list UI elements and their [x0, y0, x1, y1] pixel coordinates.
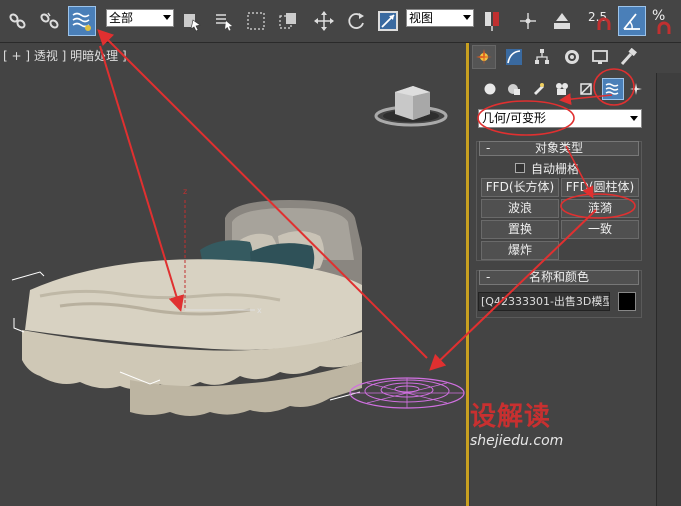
ffd-box-button[interactable]: FFD(长方体) [481, 178, 559, 197]
percent-snap-toggle-icon[interactable] [650, 10, 678, 40]
select-and-link-icon[interactable] [4, 6, 32, 36]
hierarchy-tab-icon[interactable] [530, 45, 554, 69]
select-and-manipulate-icon[interactable] [514, 6, 542, 36]
space-warp-category-dropdown[interactable]: 几何/可变形 [478, 109, 642, 128]
cameras-category-icon[interactable] [552, 79, 572, 99]
helpers-category-icon[interactable] [576, 79, 596, 99]
watermark: 设解读 shejiedu.com [470, 396, 563, 449]
panel-tabs [470, 45, 645, 71]
bomb-button[interactable]: 爆炸 [481, 241, 559, 260]
select-object-icon[interactable] [178, 6, 206, 36]
scene-view: z x [11, 86, 465, 416]
viewcube-icon[interactable] [374, 86, 448, 127]
svg-text:x: x [257, 306, 262, 315]
bed-model[interactable] [11, 200, 362, 416]
main-toolbar: 全部 视图 2.5 % [0, 0, 681, 43]
object-name-input[interactable]: [Q42333301-出售3D模型 [478, 292, 610, 311]
rectangular-selection-icon[interactable] [242, 6, 270, 36]
select-and-scale-icon[interactable] [374, 6, 402, 36]
name-and-color-rollout-header[interactable]: - 名称和颜色 [479, 270, 639, 285]
snaps-toggle-icon[interactable] [590, 6, 618, 36]
panel-scroll-area[interactable] [656, 73, 681, 506]
reference-coordinate-dropdown[interactable]: 视图 [406, 9, 474, 27]
chevron-down-icon [630, 116, 638, 121]
chevron-down-icon [163, 15, 171, 20]
ripple-button[interactable]: 涟漪 [561, 199, 639, 218]
autogrid-checkbox[interactable] [515, 163, 525, 173]
select-and-rotate-icon[interactable] [342, 6, 370, 36]
wave-button[interactable]: 波浪 [481, 199, 559, 218]
window-crossing-icon[interactable] [274, 6, 302, 36]
displace-button[interactable]: 置换 [481, 220, 559, 239]
modify-tab-icon[interactable] [502, 45, 526, 69]
watermark-logo-text: 设解读 [470, 402, 552, 432]
display-tab-icon[interactable] [588, 45, 612, 69]
object-type-title: 对象类型 [534, 141, 583, 155]
select-by-name-icon[interactable] [210, 6, 238, 36]
geometry-category-icon[interactable] [480, 79, 500, 99]
motion-tab-icon[interactable] [560, 45, 584, 69]
ffd-cylinder-button[interactable]: FFD(圆柱体) [561, 178, 639, 197]
bind-to-space-warp-icon[interactable] [68, 6, 96, 36]
lights-category-icon[interactable] [528, 79, 548, 99]
svg-text:z: z [183, 187, 187, 196]
angle-snap-toggle-icon[interactable] [618, 6, 646, 36]
reference-coordinate-value: 视图 [409, 11, 434, 25]
unlink-selection-icon[interactable] [36, 6, 64, 36]
autogrid-label: 自动栅格 [531, 162, 580, 176]
space-warp-category-value: 几何/可变形 [482, 111, 547, 125]
object-type-rollout-header[interactable]: - 对象类型 [479, 141, 639, 156]
viewport-panel-divider[interactable] [466, 43, 469, 506]
object-color-swatch[interactable] [618, 292, 636, 311]
chevron-down-icon [463, 15, 471, 20]
watermark-url: shejiedu.com [470, 433, 564, 449]
conform-button[interactable]: 一致 [561, 220, 639, 239]
select-and-move-icon[interactable] [310, 6, 338, 36]
selection-filter-value: 全部 [109, 11, 134, 25]
create-category-icons [474, 77, 644, 103]
space-warps-category-icon[interactable] [602, 78, 624, 100]
perspective-viewport[interactable]: [ + ] 透视 ] 明暗处理 ] z x [0, 43, 466, 506]
selection-filter-dropdown[interactable]: 全部 [106, 9, 174, 27]
shapes-category-icon[interactable] [504, 79, 524, 99]
utilities-tab-icon[interactable] [616, 45, 640, 69]
collapse-icon: - [486, 270, 491, 284]
name-and-color-title: 名称和颜色 [528, 270, 589, 284]
systems-category-icon[interactable] [626, 79, 646, 99]
collapse-icon: - [486, 141, 491, 155]
ripple-gizmo-icon[interactable] [349, 377, 465, 409]
create-tab-icon[interactable] [472, 45, 496, 69]
keyboard-shortcut-override-icon[interactable] [548, 6, 576, 36]
pivot-center-icon[interactable] [478, 6, 506, 36]
object-type-rollout: - 对象类型 自动栅格 FFD(长方体) FFD(圆柱体) 波浪 涟漪 置换 一… [476, 141, 642, 261]
